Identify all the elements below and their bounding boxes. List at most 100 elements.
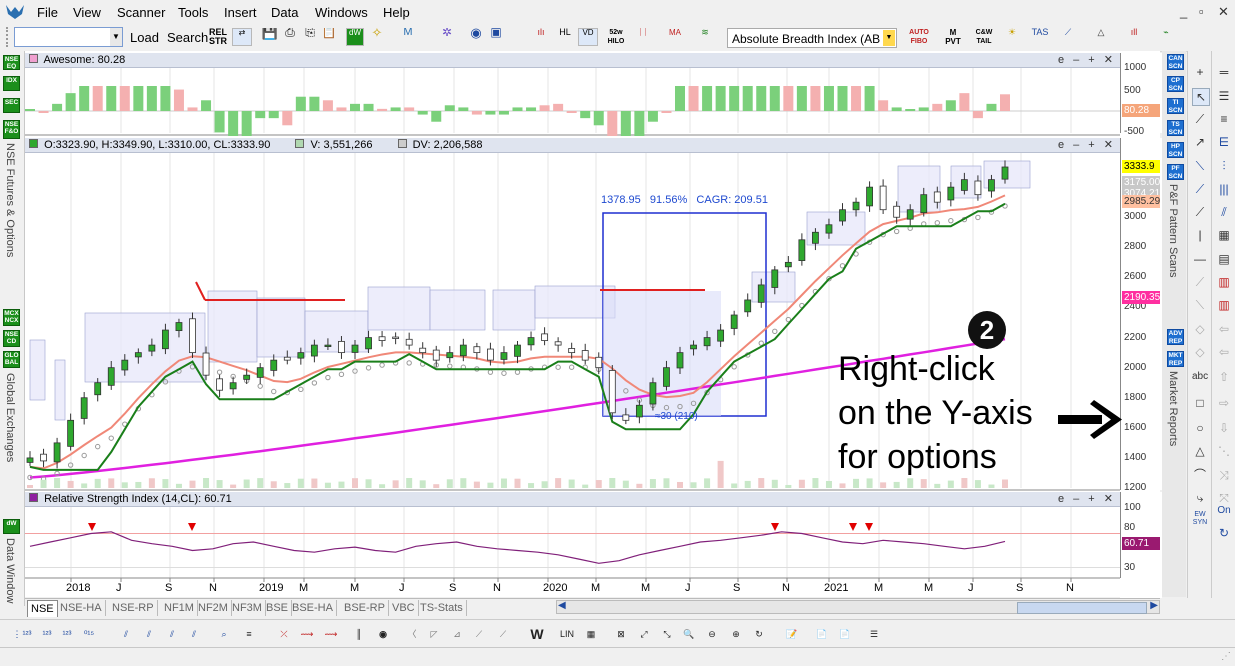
grid-icon[interactable]: ▦	[582, 626, 600, 642]
angle-icon[interactable]: ◸	[425, 626, 443, 642]
nse-futures-options-label[interactable]: NSE Futures & Options	[4, 143, 16, 313]
grid-icon[interactable]: ▦	[1216, 227, 1232, 243]
table-icon[interactable]: ▤	[1216, 251, 1232, 267]
crosshair-icon[interactable]: +	[1192, 64, 1208, 80]
scrollbar-thumb[interactable]	[1017, 602, 1147, 614]
tool-icon[interactable]: ⌁	[1156, 28, 1176, 46]
scroll-right-icon[interactable]: ▶	[1150, 600, 1158, 611]
angle-icon[interactable]: ⊿	[448, 626, 466, 642]
ellipse-icon[interactable]: ○	[1192, 420, 1208, 436]
arrow-up-icon[interactable]: ⇧	[1216, 369, 1232, 385]
lightbulb-icon[interactable]: ☀	[1002, 28, 1022, 46]
hp-scan-button[interactable]: HP SCN	[1167, 142, 1184, 158]
globe-icon[interactable]: ◉	[466, 28, 486, 46]
menu-file[interactable]: File	[37, 5, 58, 20]
h-line-icon[interactable]: ═	[1216, 64, 1232, 80]
pf-scan-button[interactable]: PF SCN	[1167, 164, 1184, 180]
data-window-button[interactable]: dW	[3, 519, 20, 534]
sl-line-icon[interactable]: ⟍	[1192, 158, 1208, 174]
52w-hilo-button[interactable]: 52w HILO	[606, 28, 626, 46]
arrow-tool-icon[interactable]: ✧	[367, 28, 387, 46]
wave-icon[interactable]: ⟿	[322, 626, 340, 642]
layout-icon[interactable]: ⇄	[232, 28, 252, 46]
tab-nse[interactable]: NSE	[27, 600, 58, 617]
pattern-icon[interactable]: ▥	[1216, 274, 1232, 290]
gann-icon[interactable]: ⫽	[1216, 204, 1232, 220]
tab-ts-stats[interactable]: TS-Stats	[417, 600, 467, 616]
panel-checkbox[interactable]	[29, 493, 38, 502]
fan-icon[interactable]: ⟋	[1192, 274, 1208, 290]
ma-icon[interactable]: MA	[665, 28, 685, 46]
panel-checkbox[interactable]	[29, 54, 38, 63]
count-icon[interactable]: ¹²³	[18, 626, 36, 642]
vertical-line-icon[interactable]: |	[1192, 227, 1208, 243]
ts-scan-button[interactable]: TS SCN	[1167, 120, 1184, 136]
load-button[interactable]: Load	[130, 30, 159, 45]
tab-nf1m[interactable]: NF1M	[161, 600, 198, 616]
abc-icon[interactable]: ⟋	[494, 626, 512, 642]
symbol-combobox[interactable]: ▼	[14, 27, 123, 47]
pattern-icon[interactable]: ⫽	[140, 626, 158, 642]
ray-icon[interactable]: ↗	[1192, 134, 1208, 150]
menu-windows[interactable]: Windows	[315, 5, 368, 20]
monitor-icon[interactable]: ▣	[486, 28, 506, 46]
print-preview-icon[interactable]: ⎘	[300, 28, 320, 46]
save-icon[interactable]: 💾	[260, 28, 280, 46]
hi-lo-icon[interactable]: HL	[555, 28, 575, 46]
scroll-left-icon[interactable]: ◀	[558, 600, 566, 611]
on-toggle[interactable]: On	[1216, 503, 1232, 519]
tab-bse-ha[interactable]: BSE-HA	[289, 600, 337, 616]
pointer-icon[interactable]: ↖	[1192, 88, 1210, 106]
horizontal-scrollbar[interactable]: ▶ ◀	[556, 600, 1160, 614]
nse-eq-button[interactable]: NSE EQ	[3, 55, 20, 70]
lin-button[interactable]: LIN	[558, 626, 576, 642]
chart-type-icon[interactable]: M	[398, 28, 418, 46]
trend-tool-icon[interactable]: ⟋	[1192, 204, 1208, 220]
shape-icon[interactable]: ◇	[1192, 344, 1208, 360]
chevron-down-icon[interactable]: ▼	[883, 30, 895, 46]
angle-icon[interactable]: 〈	[403, 626, 421, 642]
minimize-button[interactable]: _	[1180, 4, 1187, 19]
menu-help[interactable]: Help	[383, 5, 410, 20]
zoom-out-icon[interactable]: ⊖	[703, 626, 721, 642]
text-tool-icon[interactable]: abc	[1192, 369, 1208, 385]
line-tool-icon[interactable]: ⟋	[1192, 111, 1208, 127]
menu-data[interactable]: Data	[271, 5, 298, 20]
mcx-ncx-button[interactable]: MCX NCX	[3, 309, 20, 326]
count-icon[interactable]: ⁰¹⁵	[80, 626, 98, 642]
bar-chart-icon[interactable]: ıll	[1124, 28, 1144, 46]
shape-icon[interactable]: ◇	[1192, 321, 1208, 337]
bar-icon[interactable]: ║	[350, 626, 368, 642]
pattern-icon[interactable]: ▥	[1216, 297, 1232, 313]
dp-icon[interactable]: ◉	[374, 626, 392, 642]
m-pvt-button[interactable]: M PVT	[943, 28, 963, 46]
dv-checkbox[interactable]	[397, 139, 407, 148]
print-icon[interactable]: ⎙	[280, 28, 300, 46]
sl-line-icon[interactable]: ⟋	[1192, 181, 1208, 197]
volume-checkbox[interactable]	[295, 139, 305, 148]
indicator-select[interactable]: Absolute Breadth Index (AB ▼	[727, 28, 897, 48]
cp-scan-button[interactable]: CP SCN	[1167, 76, 1184, 92]
collapse-icon[interactable]: ⤡	[658, 626, 676, 642]
close-button[interactable]: ✕	[1218, 4, 1229, 20]
volume-icon[interactable]: VD	[578, 28, 598, 46]
data-window-label[interactable]: Data Window	[4, 538, 16, 608]
rectangle-icon[interactable]: □	[1192, 395, 1208, 411]
multi-line-icon[interactable]: ☰	[1216, 88, 1232, 104]
refresh-icon[interactable]: ↻	[1216, 525, 1232, 541]
panel-checkbox[interactable]	[29, 139, 38, 148]
count-icon[interactable]: ¹²³	[58, 626, 76, 642]
search-chart-icon[interactable]: ⌕	[215, 626, 233, 642]
sec-button[interactable]: SEC	[3, 98, 20, 113]
wave-icon[interactable]: ≋	[695, 28, 715, 46]
fan-icon[interactable]: ⟍	[1192, 297, 1208, 313]
bars-icon[interactable]: ılı	[531, 28, 551, 46]
global-button[interactable]: GLO BAL	[3, 351, 20, 368]
settings-icon[interactable]: ✲	[437, 28, 457, 46]
refresh-icon[interactable]: ↻	[750, 626, 768, 642]
panel-controls[interactable]: e – + ✕	[1058, 492, 1116, 506]
wave-tool-icon[interactable]: ⟋	[1058, 28, 1078, 46]
mkt-report-button[interactable]: MKT REP	[1167, 351, 1184, 367]
search-button[interactable]: Search	[167, 30, 208, 45]
pattern-icon[interactable]: ⫽	[163, 626, 181, 642]
